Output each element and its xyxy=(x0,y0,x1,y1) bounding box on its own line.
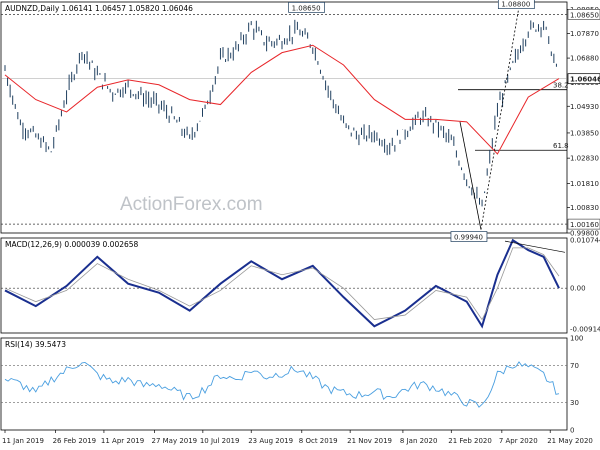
price-y-tick-label: 1.03850 xyxy=(570,129,599,137)
trend-line xyxy=(480,10,519,230)
macd-title: MACD(12,26,9) 0.000039 0.002658 xyxy=(5,240,139,249)
fib-level-label: 61.8 xyxy=(553,142,569,150)
price-y-tick-label: 1.02830 xyxy=(570,155,599,163)
rsi-y-tick-label: 30 xyxy=(570,399,579,407)
macd-y-tick-label: 0.00 xyxy=(570,285,586,293)
chart-svg: ActionForex.com AUDNZD,Daily 1.06141 1.06… xyxy=(0,0,600,445)
x-axis-tick-label: 21 Feb 2020 xyxy=(448,437,492,445)
rsi-title: RSI(14) 39.5473 xyxy=(5,340,66,349)
x-axis-tick-label: 26 Feb 2019 xyxy=(53,437,97,445)
x-axis-tick-label: 8 Oct 2019 xyxy=(299,437,338,445)
price-callout-label: 1.08800 xyxy=(501,1,530,9)
price-callout-label: 0.99940 xyxy=(454,234,483,242)
macd-signal-line xyxy=(4,247,560,321)
macd-y-tick-label: -0.009148 xyxy=(570,326,600,334)
watermark-text: ActionForex.com xyxy=(120,194,263,215)
rsi-y-tick-label: 0 xyxy=(570,427,574,435)
price-y-tick-label: 1.00830 xyxy=(570,204,599,212)
x-axis-tick-label: 11 Apr 2019 xyxy=(101,437,144,445)
price-y-tick-label: 1.06880 xyxy=(570,55,599,63)
x-axis-tick-label: 21 May 2020 xyxy=(547,437,593,445)
price-y-tick-label: 1.01810 xyxy=(570,180,599,188)
x-axis-tick-label: 21 Nov 2019 xyxy=(347,437,392,445)
x-axis-tick-label: 7 Apr 2020 xyxy=(499,437,538,445)
price-callout-label: 1.08650 xyxy=(292,4,321,12)
price-title: AUDNZD,Daily 1.06141 1.06457 1.05820 1.0… xyxy=(5,4,193,13)
fib-level-label: 38.2 xyxy=(553,82,569,90)
rsi-panel-frame xyxy=(0,337,568,431)
price-y-tick-label: 1.07870 xyxy=(570,30,599,38)
chart-root: ActionForex.com AUDNZD,Daily 1.06141 1.06… xyxy=(0,0,600,450)
fib-connector-line xyxy=(459,121,482,230)
level-label: 1.08650 xyxy=(570,11,599,19)
price-panel-frame xyxy=(0,1,568,234)
macd-y-tick-label: 0.010744 xyxy=(570,237,600,245)
x-axis-tick-label: 10 Jul 2019 xyxy=(200,437,240,445)
x-axis-tick-label: 11 Jan 2019 xyxy=(2,437,44,445)
x-axis-tick-label: 27 May 2019 xyxy=(151,437,197,445)
price-y-tick-label: 1.04930 xyxy=(570,103,599,111)
x-axis-tick-label: 23 Aug 2019 xyxy=(248,437,293,445)
level-label: 1.00160 xyxy=(570,221,599,229)
moving-average-line xyxy=(4,44,560,155)
x-axis-tick-label: 8 Jan 2020 xyxy=(400,437,438,445)
rsi-y-tick-label: 100 xyxy=(570,335,583,343)
current-price-label: 1.06046 xyxy=(570,76,600,84)
rsi-y-tick-label: 70 xyxy=(570,362,579,370)
macd-line xyxy=(4,238,560,329)
rsi-line xyxy=(4,361,560,408)
